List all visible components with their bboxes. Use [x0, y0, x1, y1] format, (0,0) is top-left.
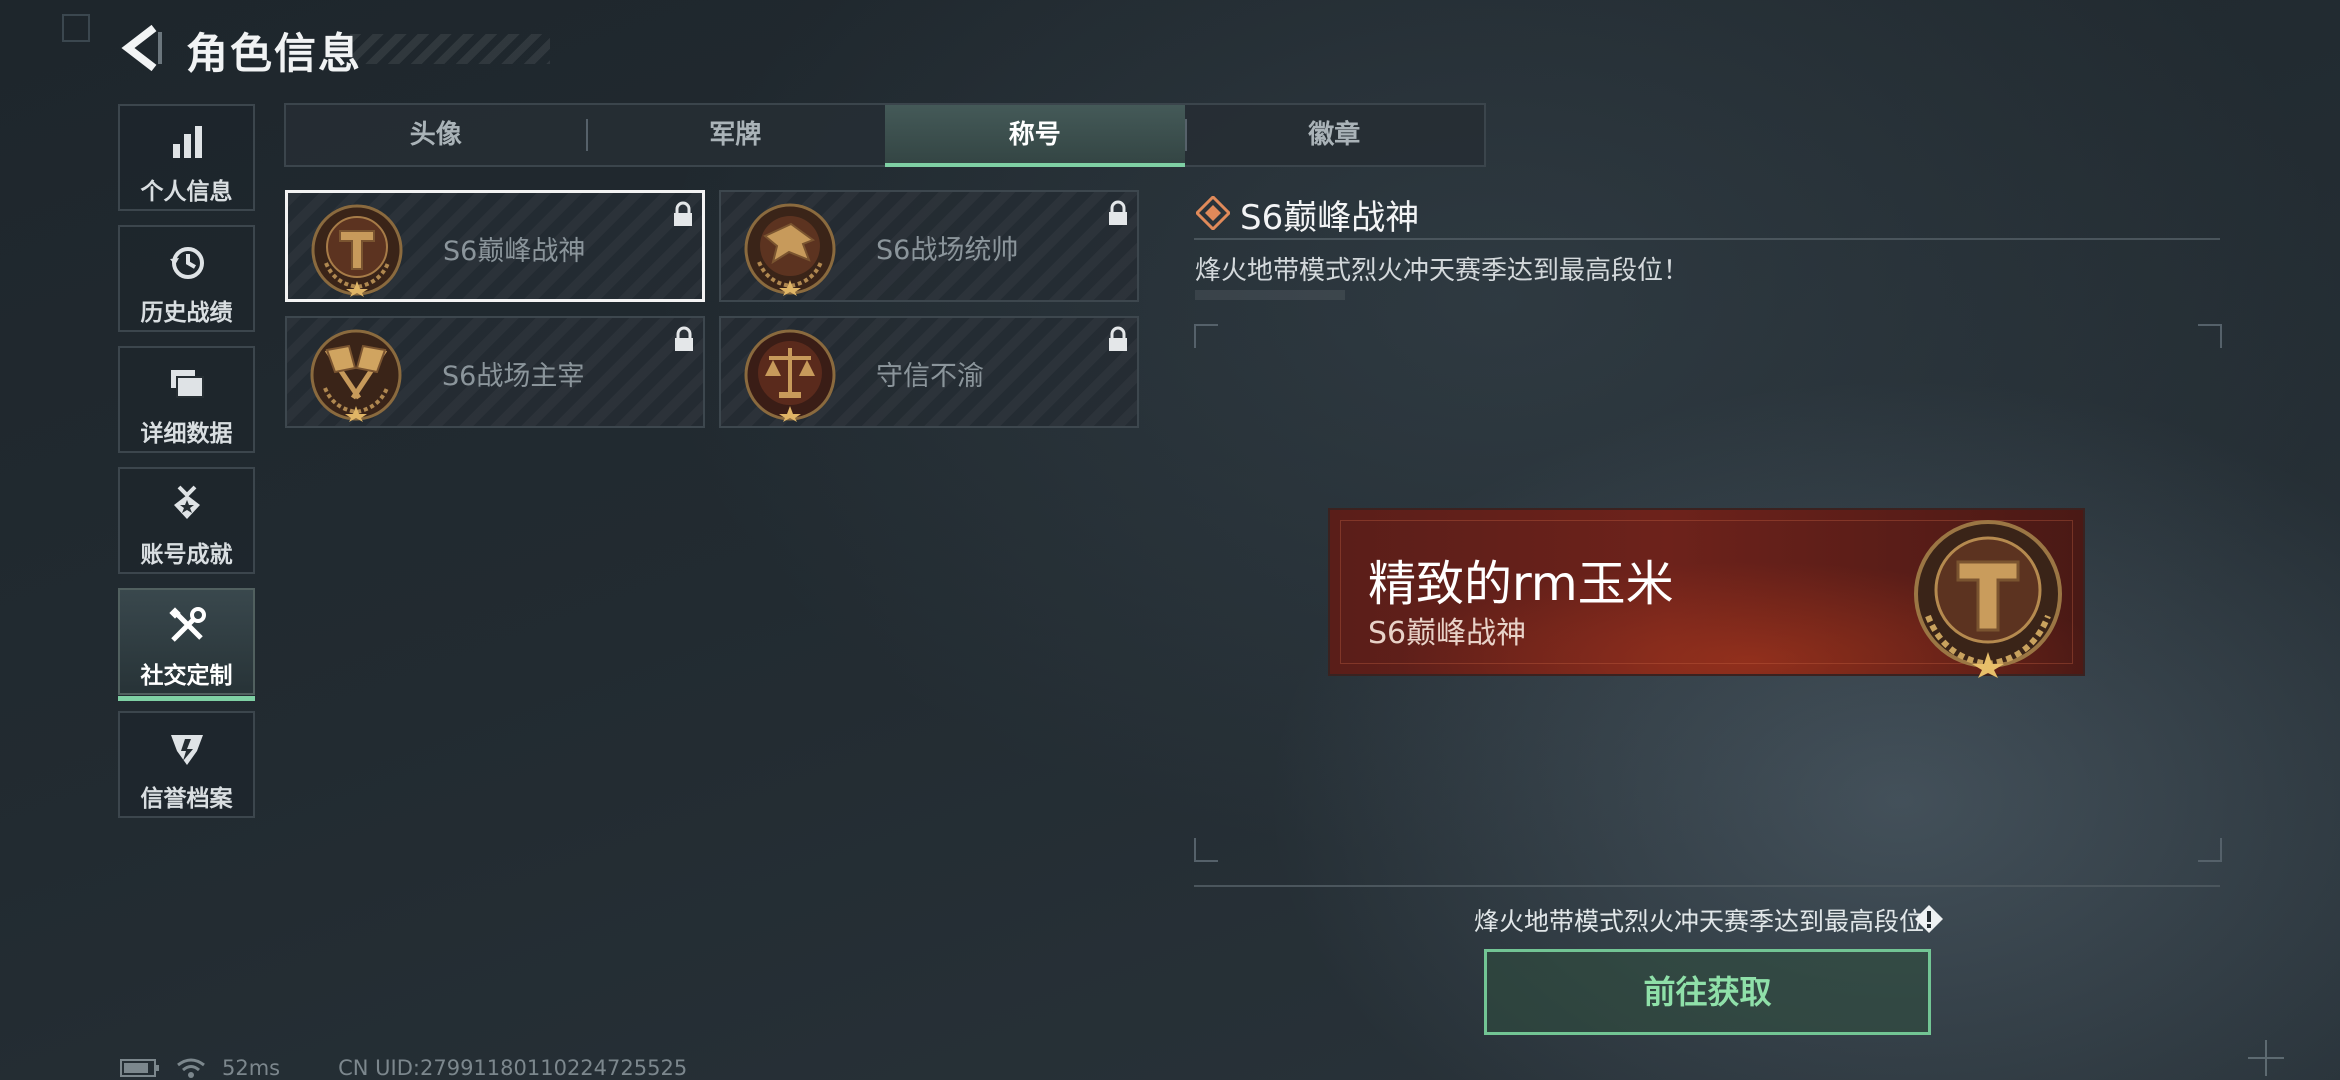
title-decoration — [350, 34, 550, 64]
frame-corner-icon — [1194, 838, 1218, 862]
lock-icon — [675, 326, 693, 351]
nav-item-personal-info[interactable]: 个人信息 — [118, 104, 255, 211]
corner-frame-icon — [62, 14, 90, 42]
title-card-s6-peak-war-god[interactable]: S6巅峰战神 — [285, 190, 705, 302]
detail-description: 烽火地带模式烈火冲天赛季达到最高段位！ — [1195, 256, 1690, 286]
frame-corner-icon — [2198, 324, 2222, 348]
shield-t-medal-icon — [1914, 520, 2062, 678]
nav-item-label: 社交定制 — [140, 663, 233, 689]
preview-player-name: 精致的rm玉米 — [1368, 556, 1674, 612]
nav-item-match-history[interactable]: 历史战绩 — [118, 225, 255, 332]
nav-item-label: 历史战绩 — [140, 300, 233, 326]
nav-item-achievements[interactable]: 账号成就 — [118, 467, 255, 574]
acquire-button[interactable]: 前往获取 — [1484, 949, 1931, 1035]
lock-icon — [674, 201, 692, 226]
title-name: S6战场主宰 — [442, 361, 585, 392]
acquire-button-label: 前往获取 — [1643, 973, 1772, 1011]
back-button[interactable] — [118, 22, 166, 74]
title-card-s6-battlefield-ruler[interactable]: S6战场主宰 — [285, 316, 705, 428]
tab-avatar[interactable]: 头像 — [286, 105, 586, 165]
nav-item-label: 详细数据 — [140, 421, 233, 447]
frame-corner-icon — [2198, 838, 2222, 862]
nav-item-detailed-data[interactable]: 详细数据 — [118, 346, 255, 453]
divider — [1194, 238, 2220, 240]
nav-item-label: 个人信息 — [140, 179, 233, 205]
credit-emblem-icon — [170, 735, 203, 765]
title-preview-plate: 精致的rm玉米 S6巅峰战神 — [1328, 508, 2085, 678]
diamond-icon — [1196, 196, 1230, 230]
decorative-bar — [1195, 290, 1345, 300]
divider — [1194, 885, 2220, 887]
status-bar: 52ms CN UID:27991180110224725525 — [120, 1056, 687, 1080]
folder-stack-icon — [170, 370, 204, 398]
lock-icon — [1109, 200, 1127, 225]
history-clock-icon — [169, 247, 204, 279]
back-arrow-icon — [121, 24, 162, 72]
wifi-icon — [177, 1058, 205, 1078]
crosshair-icon — [2248, 1040, 2284, 1076]
title-card-keep-faith[interactable]: 守信不渝 — [719, 316, 1139, 428]
acquire-hint: 烽火地带模式烈火冲天赛季达到最高段位 — [1474, 907, 1925, 936]
battery-icon — [120, 1059, 159, 1077]
tab-dog-tag[interactable]: 军牌 — [585, 105, 886, 165]
scales-medal-icon — [744, 329, 836, 422]
uid-text: CN UID:27991180110224725525 — [338, 1056, 688, 1080]
lock-icon — [1109, 326, 1127, 351]
tab-badge[interactable]: 徽章 — [1184, 105, 1485, 165]
nav-item-label: 账号成就 — [140, 542, 233, 568]
shield-t-medal-icon — [311, 204, 403, 297]
nav-item-credit-record[interactable]: 信誉档案 — [118, 711, 255, 818]
bar-chart-icon — [172, 126, 202, 158]
title-name: 守信不渝 — [876, 361, 984, 392]
tab-title[interactable]: 称号 — [885, 105, 1185, 167]
page-title: 角色信息 — [186, 29, 363, 78]
crossed-flags-medal-icon — [310, 329, 402, 422]
title-name: S6战场统帅 — [876, 235, 1019, 266]
title-card-s6-battlefield-commander[interactable]: S6战场统帅 — [719, 190, 1139, 302]
eagle-medal-icon — [744, 203, 836, 296]
warning-diamond-icon[interactable] — [1914, 904, 1944, 934]
ping-text: 52ms — [222, 1056, 281, 1080]
tools-icon — [168, 607, 206, 642]
nav-item-social-custom[interactable]: 社交定制 — [118, 588, 255, 701]
frame-corner-icon — [1194, 324, 1218, 348]
detail-title: S6巅峰战神 — [1240, 198, 1420, 238]
category-tabs: 头像 军牌 称号 徽章 — [284, 103, 1486, 167]
nav-item-label: 信誉档案 — [140, 786, 233, 812]
achievement-medal-icon — [173, 485, 200, 519]
title-name: S6巅峰战神 — [443, 236, 586, 267]
preview-title: S6巅峰战神 — [1368, 616, 1527, 651]
